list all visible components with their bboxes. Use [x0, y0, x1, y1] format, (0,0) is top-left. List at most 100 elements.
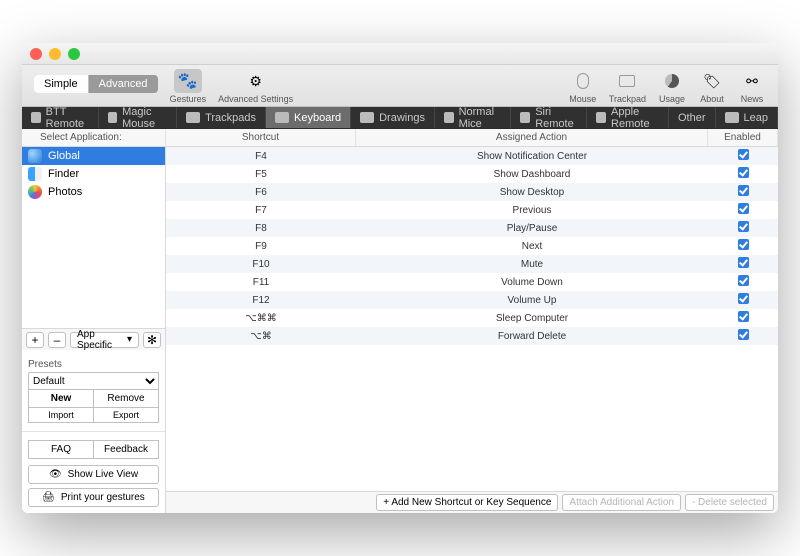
tab-normal-mice[interactable]: Normal Mice [435, 107, 511, 128]
shortcut-cell: ⌥⌘ [166, 331, 356, 342]
close-button[interactable] [30, 48, 42, 60]
enabled-cell[interactable] [708, 257, 778, 271]
enabled-cell[interactable] [708, 311, 778, 325]
tab-apple-remote[interactable]: Apple Remote [587, 107, 669, 128]
zoom-button[interactable] [68, 48, 80, 60]
tab-leap[interactable]: Leap [716, 107, 778, 128]
enabled-cell[interactable] [708, 167, 778, 181]
table-row[interactable]: ⌥⌘⌘Sleep Computer [166, 309, 778, 327]
checkbox-checked-icon[interactable] [738, 149, 749, 160]
col-shortcut[interactable]: Shortcut [166, 129, 356, 146]
checkbox-checked-icon[interactable] [738, 311, 749, 322]
table-row[interactable]: F11Volume Down [166, 273, 778, 291]
toolbar-about[interactable]: 🏷︎ About [694, 69, 730, 104]
tab-other[interactable]: Other [669, 107, 716, 128]
checkbox-checked-icon[interactable] [738, 185, 749, 196]
col-selectapp: Select Application: [22, 129, 166, 146]
enabled-cell[interactable] [708, 149, 778, 163]
toolbar-mouse[interactable]: Mouse [565, 69, 601, 104]
checkbox-checked-icon[interactable] [738, 203, 749, 214]
table-row[interactable]: F5Show Dashboard [166, 165, 778, 183]
table-row[interactable]: F7Previous [166, 201, 778, 219]
enabled-cell[interactable] [708, 185, 778, 199]
table-row[interactable]: F10Mute [166, 255, 778, 273]
table-row[interactable]: F6Show Desktop [166, 183, 778, 201]
attach-action-button[interactable]: Attach Additional Action [562, 494, 681, 511]
toolbar-news[interactable]: ⚯ News [734, 69, 770, 104]
tab-btt-remote[interactable]: BTT Remote [22, 107, 99, 128]
leap-icon [725, 112, 739, 123]
tab-siri-remote[interactable]: Siri Remote [511, 107, 588, 128]
toolbar-trackpad[interactable]: Trackpad [605, 69, 650, 104]
app-specific-dropdown[interactable]: App Specific▾ [70, 332, 139, 348]
mouse-icon [577, 73, 589, 89]
photos-icon [28, 185, 42, 199]
checkbox-checked-icon[interactable] [738, 257, 749, 268]
app-item-global[interactable]: Global [22, 147, 165, 165]
device-tabs: BTT Remote Magic Mouse Trackpads Keyboar… [22, 107, 778, 129]
column-headers: Select Application: Shortcut Assigned Ac… [22, 129, 778, 147]
tab-trackpads[interactable]: Trackpads [177, 107, 266, 128]
enabled-cell[interactable] [708, 329, 778, 343]
main-panel: F4Show Notification CenterF5Show Dashboa… [166, 147, 778, 513]
checkbox-checked-icon[interactable] [738, 167, 749, 178]
main-footer: + Add New Shortcut or Key Sequence Attac… [166, 491, 778, 513]
mode-simple[interactable]: Simple [34, 75, 88, 93]
toolbar-usage-label: Usage [659, 94, 685, 104]
tab-drawings[interactable]: Drawings [351, 107, 435, 128]
preset-import-button[interactable]: Import [28, 407, 94, 423]
preset-new-button[interactable]: New [28, 389, 94, 408]
faq-button[interactable]: FAQ [28, 440, 94, 459]
table-row[interactable]: F8Play/Pause [166, 219, 778, 237]
toolbar: Simple Advanced 🐾 Gestures ⚙︎ Advanced S… [22, 65, 778, 107]
print-gestures-button[interactable]: 🖨︎ Print your gestures [28, 488, 159, 507]
preset-remove-button[interactable]: Remove [94, 389, 159, 408]
table-row[interactable]: F12Volume Up [166, 291, 778, 309]
feedback-button[interactable]: Feedback [94, 440, 159, 459]
toolbar-usage[interactable]: Usage [654, 69, 690, 104]
add-shortcut-button[interactable]: + Add New Shortcut or Key Sequence [376, 494, 558, 511]
preset-select[interactable]: Default [28, 372, 159, 390]
shortcut-cell: F11 [166, 277, 356, 288]
app-item-photos[interactable]: Photos [22, 183, 165, 201]
preset-export-button[interactable]: Export [94, 407, 159, 423]
checkbox-checked-icon[interactable] [738, 329, 749, 340]
shortcut-rows: F4Show Notification CenterF5Show Dashboa… [166, 147, 778, 491]
delete-selected-button[interactable]: - Delete selected [685, 494, 774, 511]
mode-advanced[interactable]: Advanced [88, 75, 158, 93]
table-row[interactable]: ⌥⌘Forward Delete [166, 327, 778, 345]
toolbar-advanced-settings[interactable]: ⚙︎ Advanced Settings [214, 69, 297, 104]
col-enabled[interactable]: Enabled [708, 129, 778, 146]
app-item-finder[interactable]: Finder [22, 165, 165, 183]
checkbox-checked-icon[interactable] [738, 239, 749, 250]
enabled-cell[interactable] [708, 221, 778, 235]
tab-keyboard[interactable]: Keyboard [266, 107, 351, 128]
toolbar-gestures[interactable]: 🐾 Gestures [166, 69, 211, 104]
show-live-view-button[interactable]: 👁 Show Live View [28, 465, 159, 484]
minimize-button[interactable] [49, 48, 61, 60]
toolbar-mouse-label: Mouse [569, 94, 596, 104]
table-row[interactable]: F9Next [166, 237, 778, 255]
tab-magic-mouse[interactable]: Magic Mouse [99, 107, 178, 128]
checkbox-checked-icon[interactable] [738, 293, 749, 304]
remove-app-button[interactable]: – [48, 332, 66, 348]
paw-icon: 🐾 [178, 71, 198, 91]
action-cell: Show Dashboard [356, 169, 708, 180]
col-assigned[interactable]: Assigned Action [356, 129, 708, 146]
enabled-cell[interactable] [708, 275, 778, 289]
sidebar: Global Finder Photos + – App Specific▾ ✻ [22, 147, 166, 513]
sliders-icon: ⚙︎ [249, 73, 262, 90]
checkbox-checked-icon[interactable] [738, 221, 749, 232]
enabled-cell[interactable] [708, 239, 778, 253]
swirl-icon [360, 112, 374, 123]
checkbox-checked-icon[interactable] [738, 275, 749, 286]
antenna-icon: ⚯ [746, 73, 758, 90]
gear-button[interactable]: ✻ [143, 332, 161, 348]
shortcut-cell: ⌥⌘⌘ [166, 313, 356, 324]
add-app-button[interactable]: + [26, 332, 44, 348]
table-row[interactable]: F4Show Notification Center [166, 147, 778, 165]
enabled-cell[interactable] [708, 293, 778, 307]
printer-icon: 🖨︎ [42, 492, 55, 503]
app-label: Photos [48, 186, 82, 198]
enabled-cell[interactable] [708, 203, 778, 217]
